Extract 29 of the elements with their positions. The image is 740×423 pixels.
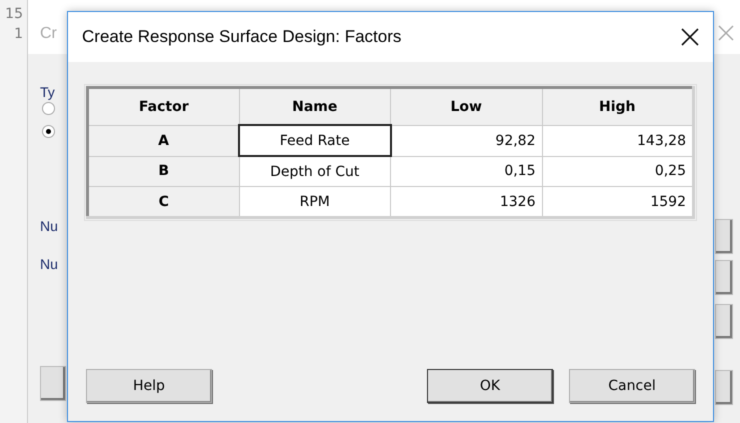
close-icon[interactable]: [681, 28, 699, 46]
group-label: Ty: [40, 84, 56, 100]
radio-button[interactable]: [42, 102, 55, 115]
dialog-button[interactable]: [715, 260, 733, 295]
row-header: B: [88, 156, 239, 186]
column-header: Name: [239, 88, 390, 125]
row-number: 1: [14, 25, 24, 44]
dialog-button[interactable]: [40, 366, 66, 401]
table-cell[interactable]: 0,15: [390, 156, 542, 186]
column-header: Factor: [88, 88, 239, 125]
dialog-button[interactable]: Help: [86, 369, 212, 403]
column-header: Low: [390, 88, 542, 125]
column-header: High: [542, 88, 694, 125]
dialog-button[interactable]: OK: [427, 369, 553, 403]
field-label: Nu: [40, 218, 59, 234]
row-header: C: [88, 186, 239, 218]
dialog-button[interactable]: [715, 304, 733, 339]
dialog-title: Create Response Surface Design: Factors: [82, 27, 402, 47]
row-number: 15: [5, 5, 24, 24]
dialog-button[interactable]: [715, 219, 733, 254]
field-label: Nu: [40, 256, 59, 272]
name-cell[interactable]: Depth of Cut: [239, 156, 390, 186]
window-title: Cr: [40, 25, 57, 43]
row-header: A: [88, 125, 239, 156]
dialog-button[interactable]: Cancel: [569, 369, 695, 403]
name-cell[interactable]: Feed Rate: [239, 125, 390, 156]
table-cell[interactable]: 92,82: [390, 125, 542, 156]
radio-button[interactable]: [42, 125, 55, 138]
dialog-button[interactable]: [715, 370, 733, 405]
